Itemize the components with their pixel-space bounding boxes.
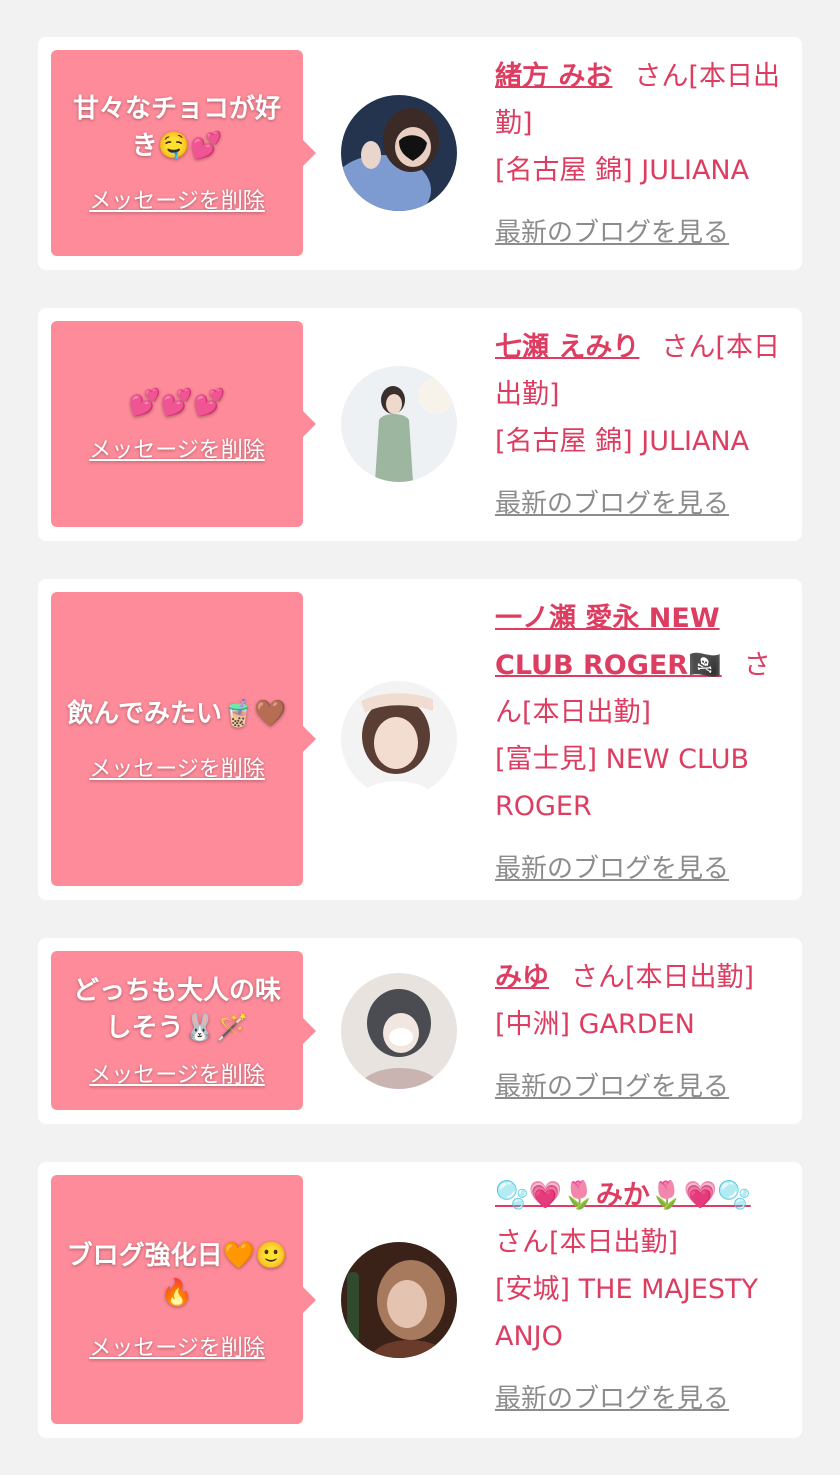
message-text: どっちも大人の味しそう🐰🪄 [72, 975, 281, 1043]
avatar[interactable] [341, 681, 457, 797]
latest-blog-link[interactable]: 最新のブログを見る [495, 1376, 729, 1423]
message-card: 💕💕💕 メッセージを削除 七瀬 えみり さん[本日出勤] [名古屋 錦] JULI… [38, 308, 802, 541]
cast-info: 🫧💗🌷みか🌷💗🫧 さん[本日出勤] [安城] THE MAJESTY ANJO 最… [495, 1172, 785, 1423]
avatar[interactable] [341, 95, 457, 211]
cast-name-link[interactable]: みゆ [495, 962, 549, 993]
message-text: 飲んでみたい🧋🤎 [67, 698, 287, 729]
delete-message-link[interactable]: メッセージを削除 [89, 751, 265, 783]
message-bubble: どっちも大人の味しそう🐰🪄 メッセージを削除 [51, 951, 316, 1110]
latest-blog-link[interactable]: 最新のブログを見る [495, 1064, 729, 1111]
cast-name-link[interactable]: 一ノ瀬 愛永 NEW CLUB ROGER🏴‍☠️ [495, 603, 722, 681]
message-card: 飲んでみたい🧋🤎 メッセージを削除 一ノ瀬 愛永 NEW CLUB ROGER🏴… [38, 579, 802, 900]
cast-info: 一ノ瀬 愛永 NEW CLUB ROGER🏴‍☠️ さん[本日出勤] [富士見] … [495, 595, 785, 893]
delete-message-link[interactable]: メッセージを削除 [89, 432, 265, 464]
message-bubble: ブログ強化日🧡🙂🔥 メッセージを削除 [51, 1175, 316, 1424]
message-bubble: 💕💕💕 メッセージを削除 [51, 321, 316, 527]
cast-name-link[interactable]: 緒方 みお [495, 61, 612, 92]
message-text: 💕💕💕 [128, 387, 226, 418]
cast-name-link[interactable]: 七瀬 えみり [495, 332, 639, 363]
message-card: どっちも大人の味しそう🐰🪄 メッセージを削除 みゆ さん[本日出勤] [中洲] G… [38, 938, 802, 1124]
message-bubble: 飲んでみたい🧋🤎 メッセージを削除 [51, 592, 316, 886]
latest-blog-link[interactable]: 最新のブログを見る [495, 481, 729, 528]
avatar[interactable] [341, 366, 457, 482]
cast-name-link[interactable]: 🫧💗🌷みか🌷💗🫧 [495, 1180, 751, 1211]
shop-name: [富士見] NEW CLUB ROGER [495, 744, 750, 822]
shop-name: [安城] THE MAJESTY ANJO [495, 1274, 758, 1352]
delete-message-link[interactable]: メッセージを削除 [89, 183, 265, 215]
shop-name: [中洲] GARDEN [495, 1009, 695, 1040]
latest-blog-link[interactable]: 最新のブログを見る [495, 210, 729, 257]
shop-name: [名古屋 錦] JULIANA [495, 426, 750, 457]
cast-info: 緒方 みお さん[本日出勤] [名古屋 錦] JULIANA 最新のブログを見る [495, 53, 785, 257]
cast-status: さん[本日出勤] [571, 962, 755, 993]
cast-status: さん[本日出勤] [495, 1227, 679, 1258]
avatar[interactable] [341, 973, 457, 1089]
message-card: 甘々なチョコが好き🤤💕 メッセージを削除 緒方 みお さん[本日出勤] [名古屋 … [38, 37, 802, 270]
cast-info: みゆ さん[本日出勤] [中洲] GARDEN 最新のブログを見る [495, 954, 785, 1111]
message-text: ブログ強化日🧡🙂🔥 [66, 1240, 288, 1308]
latest-blog-link[interactable]: 最新のブログを見る [495, 846, 729, 893]
message-bubble: 甘々なチョコが好き🤤💕 メッセージを削除 [51, 50, 316, 256]
message-text: 甘々なチョコが好き🤤💕 [72, 94, 281, 161]
avatar[interactable] [341, 1242, 457, 1358]
message-card: ブログ強化日🧡🙂🔥 メッセージを削除 🫧💗🌷みか🌷💗🫧 さん[本日出勤] [安城]… [38, 1162, 802, 1438]
cast-info: 七瀬 えみり さん[本日出勤] [名古屋 錦] JULIANA 最新のブログを見る [495, 324, 785, 528]
delete-message-link[interactable]: メッセージを削除 [89, 1330, 265, 1362]
shop-name: [名古屋 錦] JULIANA [495, 155, 750, 186]
delete-message-link[interactable]: メッセージを削除 [89, 1057, 265, 1089]
